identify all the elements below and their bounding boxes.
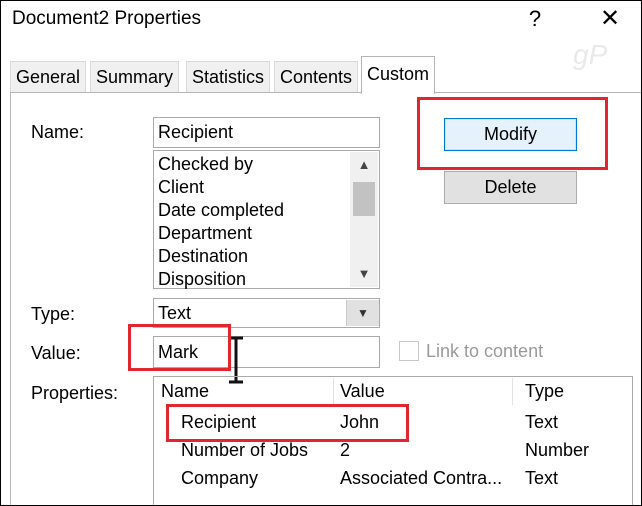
tab-summary[interactable]: Summary xyxy=(90,61,180,92)
value-highlight-box xyxy=(128,324,231,371)
recipient-row-highlight-box xyxy=(166,404,409,442)
column-header-name[interactable]: Name xyxy=(161,378,334,405)
list-item[interactable]: Date completed xyxy=(158,199,284,222)
name-options-list[interactable]: Checked by Client Date completed Departm… xyxy=(153,150,380,289)
list-item[interactable]: Disposition xyxy=(158,268,284,291)
dialog-title: Document2 Properties xyxy=(12,8,202,29)
link-to-content-checkbox[interactable] xyxy=(399,341,419,361)
watermark-logo: gP xyxy=(573,39,608,70)
table-cell-value[interactable]: 2 xyxy=(340,440,350,461)
tab-custom[interactable]: Custom xyxy=(361,56,436,94)
help-button[interactable]: ? xyxy=(521,4,549,34)
close-button[interactable]: ✕ xyxy=(593,4,627,34)
link-to-content-label: Link to content xyxy=(426,341,544,361)
list-item[interactable]: Client xyxy=(158,176,284,199)
column-header-value[interactable]: Value xyxy=(340,378,513,405)
type-label: Type: xyxy=(31,304,76,324)
name-label: Name: xyxy=(31,122,85,142)
properties-label: Properties: xyxy=(31,383,119,403)
tab-general[interactable]: General xyxy=(10,61,87,92)
table-cell-value[interactable]: Associated Contra... xyxy=(340,468,502,489)
table-cell-name[interactable]: Number of Jobs xyxy=(181,440,308,461)
value-label: Value: xyxy=(31,343,81,363)
table-cell-name[interactable]: Company xyxy=(181,468,258,489)
scrollbar-thumb[interactable] xyxy=(353,182,375,216)
list-scrollbar[interactable]: ▲ ▼ xyxy=(350,152,378,287)
properties-dialog: Document2 Properties ? ✕ gP General Summ… xyxy=(0,0,642,506)
list-item[interactable]: Destination xyxy=(158,245,284,268)
list-item[interactable]: Department xyxy=(158,222,284,245)
modify-highlight-box xyxy=(417,97,608,170)
list-item[interactable]: Checked by xyxy=(158,153,284,176)
type-dropdown-value: Text xyxy=(158,303,192,323)
chevron-down-icon[interactable]: ▼ xyxy=(350,263,378,285)
table-cell-type[interactable]: Text xyxy=(525,468,558,489)
tab-contents[interactable]: Contents xyxy=(274,61,359,92)
chevron-down-icon[interactable]: ▼ xyxy=(346,300,379,326)
table-cell-type[interactable]: Text xyxy=(525,412,558,433)
table-cell-type[interactable]: Number xyxy=(525,440,589,461)
chevron-up-icon[interactable]: ▲ xyxy=(350,154,378,176)
name-field[interactable]: Recipient xyxy=(153,117,380,148)
tab-statistics[interactable]: Statistics xyxy=(186,61,271,92)
column-header-type[interactable]: Type xyxy=(525,378,625,405)
delete-button[interactable]: Delete xyxy=(444,171,577,204)
